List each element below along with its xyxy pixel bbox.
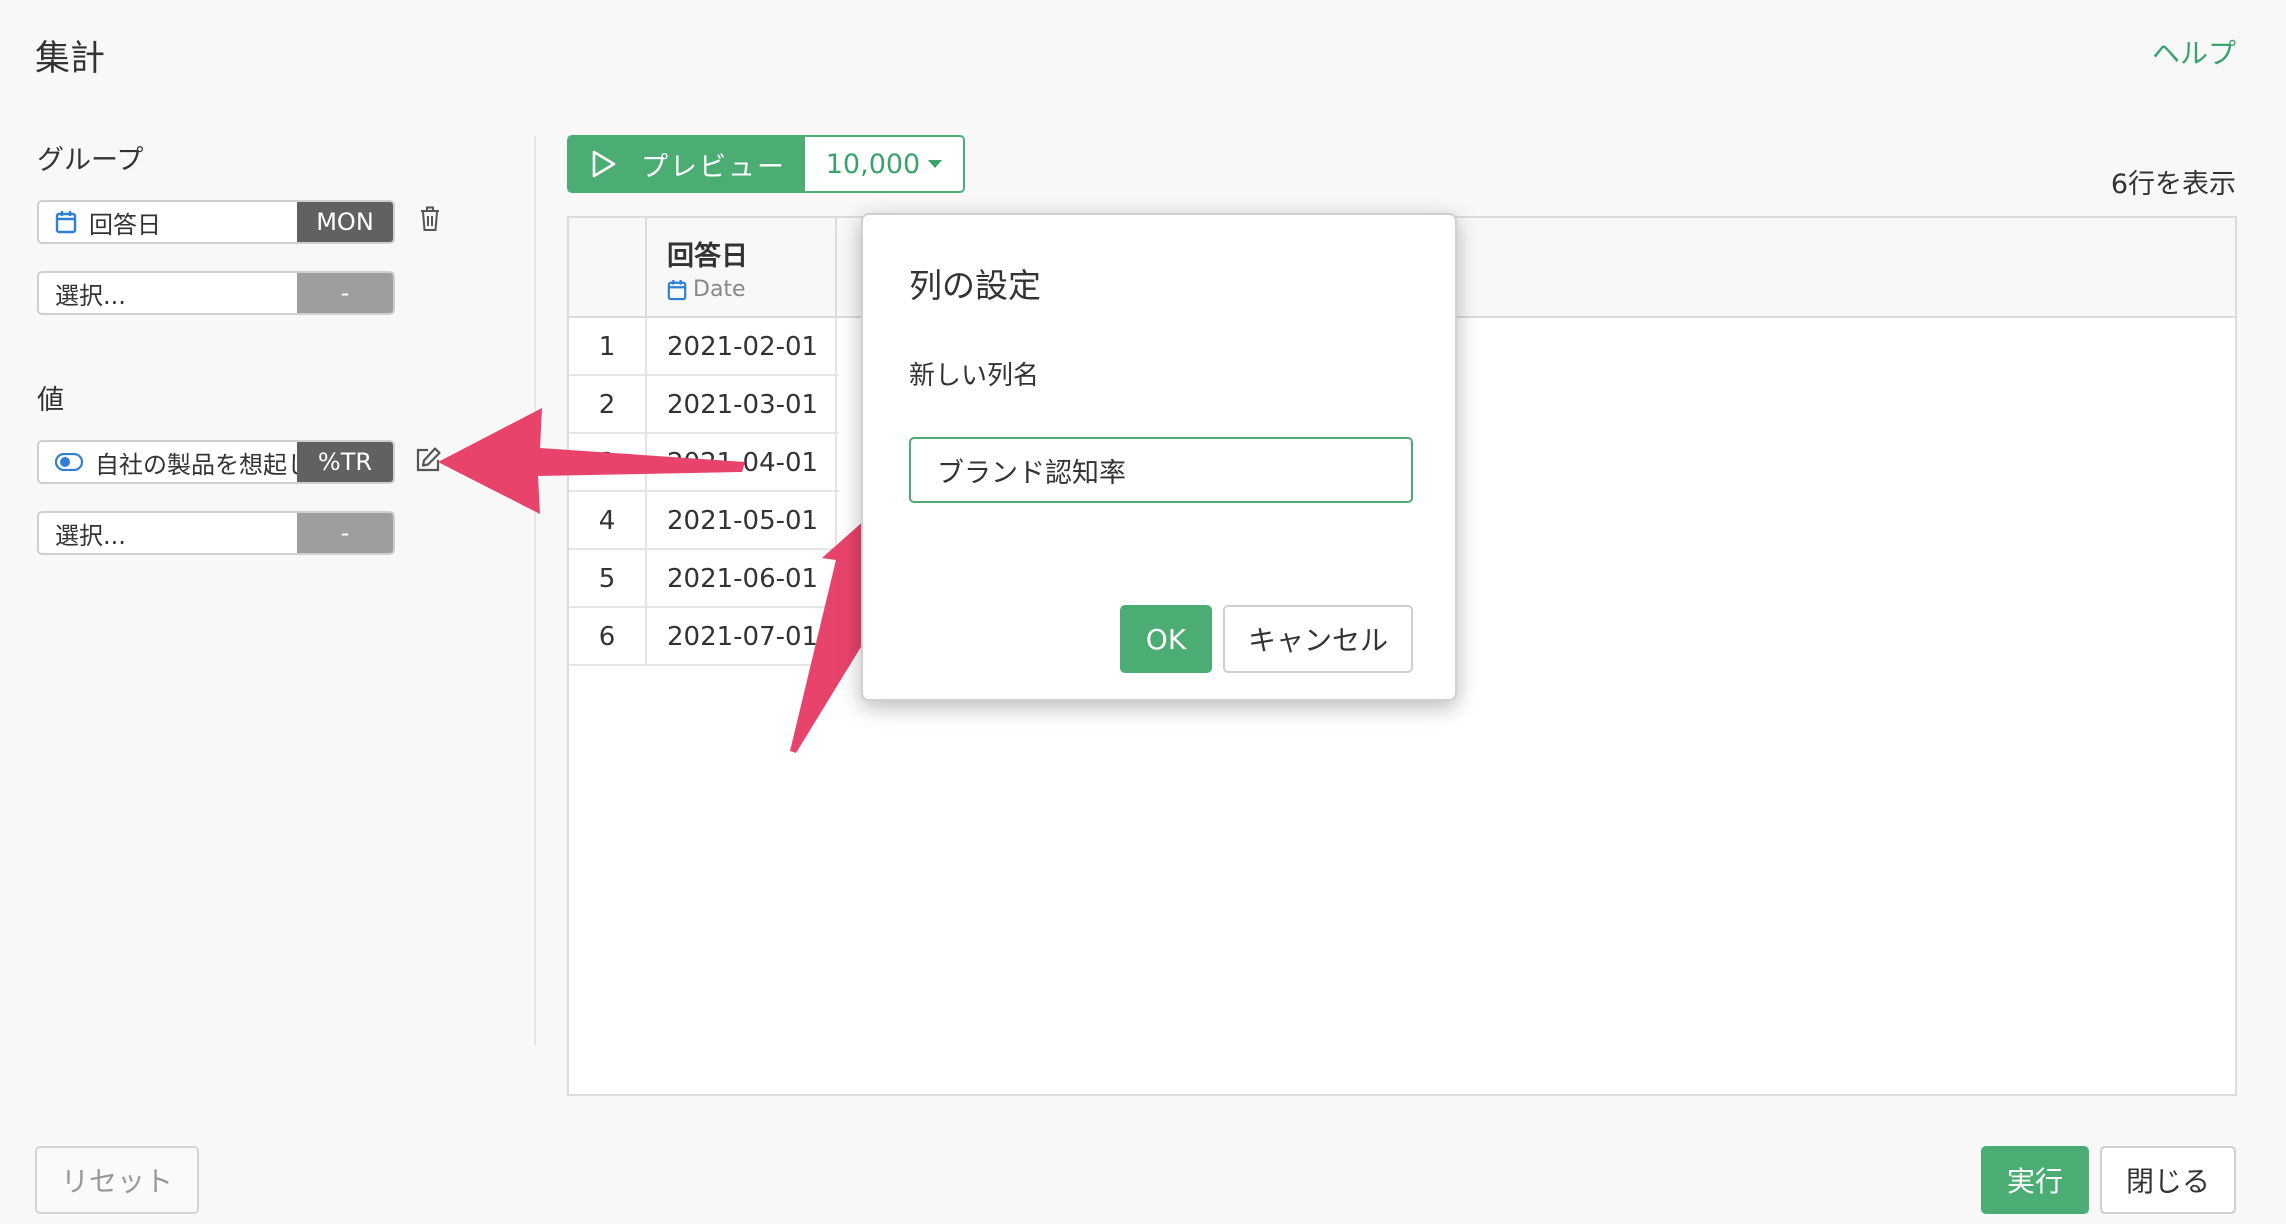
row-value: 2021-07-01 <box>647 608 837 666</box>
table-row: 2 2021-03-01 <box>569 376 839 434</box>
row-index: 3 <box>569 434 647 492</box>
group-field-select-unit[interactable]: - <box>297 273 393 313</box>
edit-icon[interactable] <box>412 444 444 476</box>
rows-limit-value: 10,000 <box>825 148 921 180</box>
table-row: 1 2021-02-01 <box>569 318 839 376</box>
cancel-button[interactable]: キャンセル <box>1223 605 1413 673</box>
value-section-label: 値 <box>37 385 64 416</box>
column-type-label: Date <box>693 277 746 302</box>
run-button[interactable]: 実行 <box>1981 1146 2089 1214</box>
row-value: 2021-03-01 <box>647 376 837 434</box>
column-name: 回答日 <box>667 241 748 272</box>
row-value: 2021-06-01 <box>647 550 837 608</box>
row-value: 2021-04-01 <box>647 434 837 492</box>
group-field-date-label: 回答日 <box>89 210 161 239</box>
row-count-label: 6行を表示 <box>2110 169 2236 200</box>
column-settings-dialog: 列の設定 新しい列名 ブランド認知率 OK キャンセル <box>861 213 1457 701</box>
rows-limit-dropdown[interactable]: 10,000 <box>805 137 963 191</box>
toggle-icon <box>55 453 83 471</box>
value-field-product[interactable]: 自社の製品を想起し %TR <box>37 440 395 484</box>
calendar-icon <box>667 279 687 300</box>
preview-button-group: プレビュー 10,000 <box>567 135 965 193</box>
caret-down-icon <box>928 160 943 168</box>
value-field-product-agg[interactable]: %TR <box>297 442 393 482</box>
group-field-select[interactable]: 選択... - <box>37 271 395 315</box>
play-icon <box>592 150 616 178</box>
page-title: 集計 <box>35 39 106 79</box>
row-value: 2021-05-01 <box>647 492 837 550</box>
new-column-name-label: 新しい列名 <box>909 361 1040 391</box>
reset-button[interactable]: リセット <box>35 1146 199 1214</box>
table-row: 4 2021-05-01 <box>569 492 839 550</box>
calendar-icon <box>55 210 77 234</box>
table-header-column[interactable]: 回答日 Date <box>647 218 837 318</box>
group-field-date-unit[interactable]: MON <box>297 202 393 242</box>
close-button[interactable]: 閉じる <box>2100 1146 2236 1214</box>
preview-button[interactable]: プレビュー <box>569 137 805 191</box>
group-section-label: グループ <box>37 145 144 176</box>
column-type: Date <box>667 277 835 302</box>
preview-button-label: プレビュー <box>641 151 786 183</box>
row-index: 6 <box>569 608 647 666</box>
table-header-index <box>569 218 647 318</box>
row-index: 5 <box>569 550 647 608</box>
row-index: 1 <box>569 318 647 376</box>
table-row: 3 2021-04-01 <box>569 434 839 492</box>
value-field-product-label: 自社の製品を想起し <box>95 450 297 479</box>
dialog-title: 列の設定 <box>909 266 1041 305</box>
group-field-date[interactable]: 回答日 MON <box>37 200 395 244</box>
help-link[interactable]: ヘルプ <box>2152 32 2236 72</box>
value-field-select[interactable]: 選択... - <box>37 511 395 555</box>
sidebar-divider <box>534 136 536 1046</box>
value-field-select-label[interactable]: 選択... <box>39 513 297 553</box>
group-field-select-label[interactable]: 選択... <box>39 273 297 313</box>
row-index: 4 <box>569 492 647 550</box>
table-row: 6 2021-07-01 <box>569 608 839 666</box>
table-row: 5 2021-06-01 <box>569 550 839 608</box>
group-field-date-label-wrap[interactable]: 回答日 <box>39 202 297 242</box>
new-column-name-input[interactable]: ブランド認知率 <box>909 437 1413 503</box>
trash-icon[interactable] <box>414 203 446 235</box>
value-field-select-agg[interactable]: - <box>297 513 393 553</box>
row-index: 2 <box>569 376 647 434</box>
ok-button[interactable]: OK <box>1120 605 1212 673</box>
row-value: 2021-02-01 <box>647 318 837 376</box>
value-field-product-label-wrap[interactable]: 自社の製品を想起し <box>39 442 297 482</box>
